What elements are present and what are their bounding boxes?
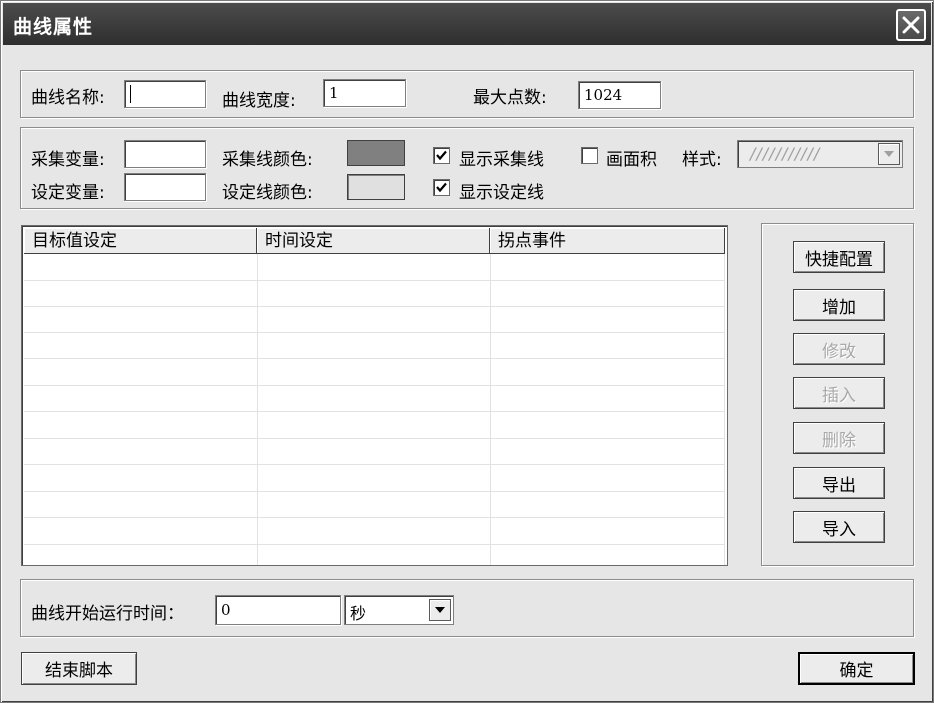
start-time-input[interactable]: 0: [215, 595, 341, 625]
insert-button: 插入: [793, 377, 885, 409]
style-dropdown: ///////////: [737, 140, 903, 168]
table-row[interactable]: [24, 545, 725, 565]
show-set-line-label[interactable]: 显示设定线: [459, 178, 544, 203]
table-row[interactable]: [24, 466, 725, 492]
time-unit-dropdown[interactable]: 秒: [344, 595, 454, 625]
set-variable-input[interactable]: [124, 173, 206, 201]
quick-config-button[interactable]: 快捷配置: [793, 241, 885, 273]
column-header-inflection-event[interactable]: 拐点事件: [490, 228, 725, 254]
style-dropdown-value: ///////////: [750, 144, 821, 163]
delete-button: 删除: [793, 422, 885, 454]
end-script-button[interactable]: 结束脚本: [21, 652, 137, 685]
curve-points-table[interactable]: 目标值设定 时间设定 拐点事件: [21, 225, 728, 566]
close-button[interactable]: [896, 9, 926, 41]
add-button[interactable]: 增加: [793, 289, 885, 321]
style-dropdown-button: [878, 143, 900, 165]
set-variable-label: 设定变量:: [31, 183, 105, 203]
close-icon: [902, 16, 920, 34]
checkmark-icon: [436, 150, 447, 161]
draw-area-label[interactable]: 画面积: [606, 145, 657, 170]
table-row[interactable]: [24, 413, 725, 439]
modify-button: 修改: [793, 333, 885, 365]
max-points-label: 最大点数:: [473, 88, 547, 108]
table-row[interactable]: [24, 307, 725, 333]
text-caret: [130, 85, 131, 103]
table-row[interactable]: [24, 519, 725, 545]
column-header-time-setting[interactable]: 时间设定: [257, 228, 490, 254]
table-row[interactable]: [24, 492, 725, 518]
show-collect-line-checkbox[interactable]: [433, 147, 450, 164]
export-button[interactable]: 导出: [793, 467, 885, 499]
table-row[interactable]: [24, 333, 725, 359]
collect-color-swatch[interactable]: [347, 140, 405, 166]
chevron-down-icon: [884, 151, 894, 157]
draw-area-checkbox[interactable]: [581, 147, 598, 164]
ok-button[interactable]: 确定: [798, 652, 915, 685]
max-points-input[interactable]: 1024: [578, 81, 661, 109]
show-collect-line-label[interactable]: 显示采集线: [459, 145, 544, 170]
show-set-line-checkbox[interactable]: [433, 179, 450, 196]
collect-variable-label: 采集变量:: [31, 150, 105, 170]
column-header-target-value[interactable]: 目标值设定: [24, 228, 257, 254]
curve-properties-dialog: 曲线属性 曲线名称: 曲线宽度: 1 最大点数: 1024 采集变量: 采集线颜…: [0, 0, 934, 703]
import-button[interactable]: 导入: [793, 511, 885, 543]
start-time-label: 曲线开始运行时间：: [31, 604, 184, 624]
collect-variable-input[interactable]: [124, 140, 206, 168]
time-unit-value: 秒: [350, 604, 367, 623]
curve-name-input[interactable]: [124, 80, 206, 108]
collect-color-label: 采集线颜色:: [222, 150, 313, 170]
table-row[interactable]: [24, 360, 725, 386]
table-row[interactable]: [24, 439, 725, 465]
curve-width-label: 曲线宽度:: [222, 91, 296, 111]
table-row[interactable]: [24, 255, 725, 281]
title-bar[interactable]: 曲线属性: [3, 3, 931, 45]
time-unit-dropdown-button[interactable]: [429, 599, 451, 621]
set-color-swatch[interactable]: [347, 174, 405, 200]
table-row[interactable]: [24, 386, 725, 412]
curve-width-input[interactable]: 1: [323, 79, 406, 107]
checkmark-icon: [436, 182, 447, 193]
curve-name-label: 曲线名称:: [31, 88, 105, 108]
set-color-label: 设定线颜色:: [222, 183, 313, 203]
dialog-title: 曲线属性: [13, 16, 94, 38]
chevron-down-icon: [435, 607, 445, 613]
table-row[interactable]: [24, 281, 725, 307]
style-label: 样式:: [682, 150, 722, 170]
